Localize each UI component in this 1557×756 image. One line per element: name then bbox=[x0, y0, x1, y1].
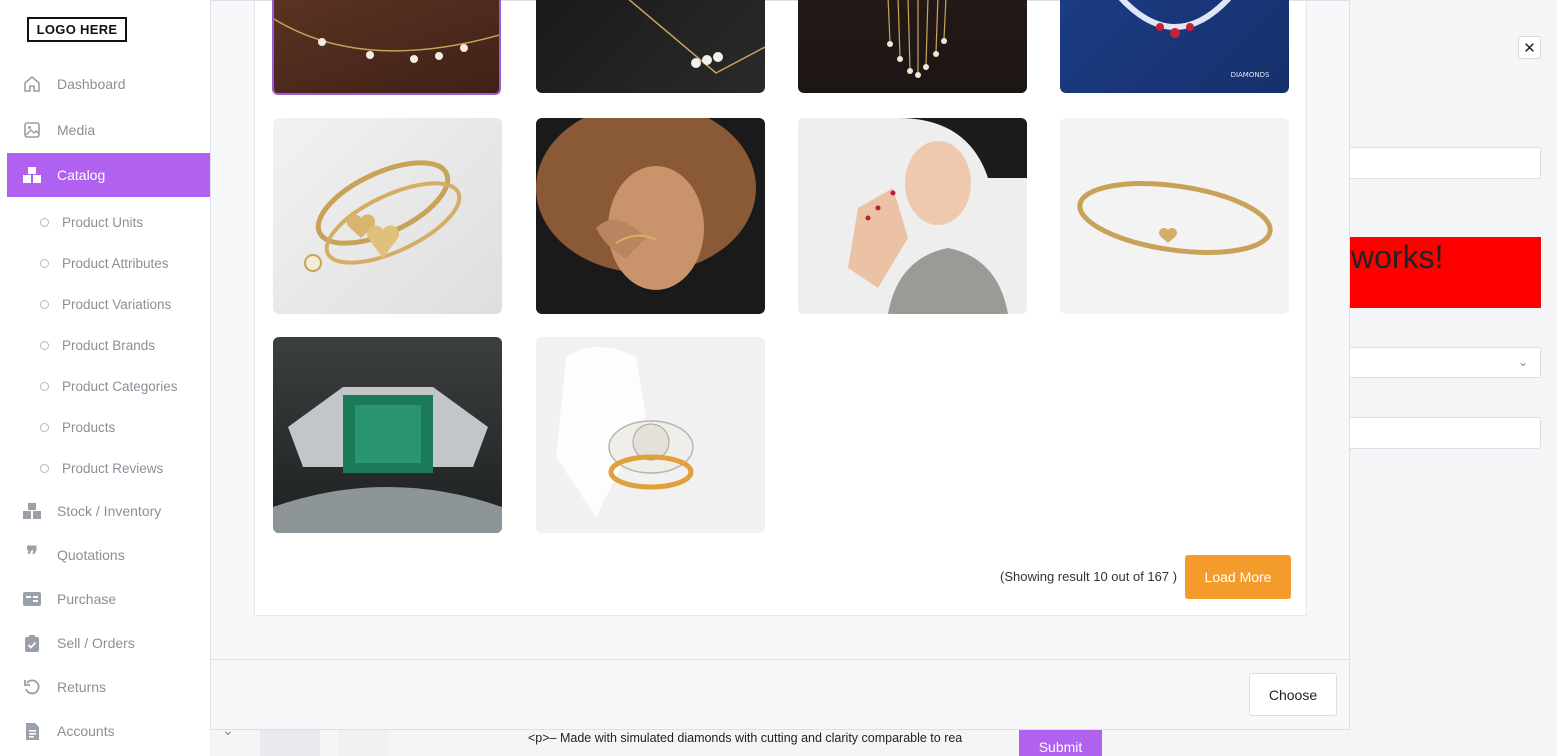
circle-icon bbox=[40, 299, 49, 309]
circle-icon bbox=[40, 217, 49, 227]
media-thumb[interactable] bbox=[273, 118, 502, 314]
sidebar-item-label: Purchase bbox=[57, 591, 117, 607]
sidebar-subitem-label: Product Variations bbox=[62, 296, 172, 312]
result-count: (Showing result 10 out of 167 ) bbox=[1000, 569, 1178, 584]
sidebar-subitem-product-attributes[interactable]: Product Attributes bbox=[40, 253, 169, 273]
sidebar-subitem-product-units[interactable]: Product Units bbox=[40, 212, 143, 232]
circle-icon bbox=[40, 340, 49, 350]
choose-button[interactable]: Choose bbox=[1249, 673, 1337, 716]
sidebar-item-stock-inventory[interactable]: Stock / Inventory bbox=[7, 489, 210, 533]
media-thumb[interactable] bbox=[536, 0, 765, 93]
circle-icon bbox=[40, 463, 49, 473]
image-icon bbox=[22, 120, 42, 140]
sidebar-subitem-product-reviews[interactable]: Product Reviews bbox=[40, 458, 163, 478]
circle-icon bbox=[40, 422, 49, 432]
sidebar-subitem-label: Product Units bbox=[62, 214, 144, 230]
sidebar: LOGO HERE Dashboard Media Catalog Produc… bbox=[0, 0, 234, 756]
sidebar-subitem-label: Product Reviews bbox=[62, 460, 164, 476]
logo: LOGO HERE bbox=[27, 17, 127, 42]
media-grid-card: DIAMONDS (Showing result 10 out of 167)… bbox=[254, 0, 1307, 616]
boxes-icon bbox=[22, 501, 42, 521]
file-invoice-icon bbox=[22, 721, 42, 741]
media-thumb[interactable] bbox=[536, 118, 765, 314]
sidebar-item-dashboard[interactable]: Dashboard bbox=[7, 62, 210, 106]
quote-icon: ❞ bbox=[26, 542, 38, 568]
form-input[interactable] bbox=[1345, 417, 1541, 449]
banner-text: works! bbox=[1351, 239, 1444, 275]
sidebar-item-label: Accounts bbox=[57, 723, 115, 739]
sidebar-subitem-product-categories[interactable]: Product Categories bbox=[40, 376, 178, 396]
media-thumb-selected[interactable] bbox=[272, 0, 501, 95]
media-thumb[interactable] bbox=[273, 337, 502, 533]
svg-text:DIAMONDS: DIAMONDS bbox=[1231, 71, 1270, 79]
load-more-button[interactable]: Load More bbox=[1185, 555, 1291, 599]
media-thumb[interactable] bbox=[1060, 118, 1289, 314]
sidebar-subitem-product-brands[interactable]: Product Brands bbox=[40, 335, 155, 355]
form-input[interactable] bbox=[1345, 147, 1541, 179]
sidebar-item-sell-orders[interactable]: Sell / Orders bbox=[7, 621, 210, 665]
sidebar-item-purchase[interactable]: Purchase bbox=[7, 577, 210, 621]
sidebar-item-label: Media bbox=[57, 122, 96, 138]
circle-icon bbox=[40, 258, 49, 268]
sidebar-item-label: Returns bbox=[57, 679, 107, 695]
media-thumb[interactable] bbox=[798, 0, 1027, 93]
sidebar-subitem-label: Product Categories bbox=[62, 378, 178, 394]
undo-icon bbox=[22, 677, 42, 697]
sidebar-item-label: Dashboard bbox=[57, 76, 126, 92]
media-thumb[interactable] bbox=[798, 118, 1027, 314]
sidebar-item-label: Quotations bbox=[57, 547, 125, 563]
sidebar-subitem-label: Product Brands bbox=[62, 337, 156, 353]
submit-button[interactable]: Submit bbox=[1019, 729, 1102, 756]
clipboard-check-icon bbox=[22, 633, 42, 653]
sidebar-item-returns[interactable]: Returns bbox=[7, 665, 210, 709]
sidebar-item-label: Sell / Orders bbox=[57, 635, 135, 651]
media-thumb[interactable]: DIAMONDS bbox=[1060, 0, 1289, 93]
bg-column bbox=[338, 730, 388, 756]
sidebar-subitem-products[interactable]: Products bbox=[40, 417, 115, 437]
media-picker-modal: DIAMONDS (Showing result 10 out of 167)… bbox=[210, 0, 1350, 730]
sidebar-item-label: Stock / Inventory bbox=[57, 503, 162, 519]
circle-icon bbox=[40, 381, 49, 391]
sidebar-subitem-product-variations[interactable]: Product Variations bbox=[40, 294, 171, 314]
home-icon bbox=[22, 74, 42, 94]
description-preview: <p>– Made with simulated diamonds with c… bbox=[528, 731, 963, 745]
preview-banner: works! bbox=[1345, 237, 1541, 308]
sidebar-item-media[interactable]: Media bbox=[7, 108, 210, 152]
sidebar-item-label: Catalog bbox=[57, 167, 106, 183]
form-select[interactable] bbox=[1345, 347, 1541, 378]
chevron-down-icon: ⌄ bbox=[1518, 355, 1529, 369]
sidebar-subitem-label: Products bbox=[62, 419, 116, 435]
sidebar-item-accounts[interactable]: Accounts bbox=[7, 709, 210, 753]
bg-column bbox=[260, 730, 320, 756]
sidebar-item-catalog[interactable]: Catalog bbox=[7, 153, 210, 197]
close-icon[interactable]: ✕ bbox=[1518, 36, 1541, 59]
modal-footer-divider bbox=[211, 659, 1349, 660]
card-icon bbox=[22, 589, 42, 609]
sidebar-item-quotations[interactable]: ❞ Quotations bbox=[7, 533, 210, 577]
sidebar-subitem-label: Product Attributes bbox=[62, 255, 169, 271]
boxes-icon bbox=[22, 165, 42, 185]
media-thumb[interactable] bbox=[536, 337, 765, 533]
